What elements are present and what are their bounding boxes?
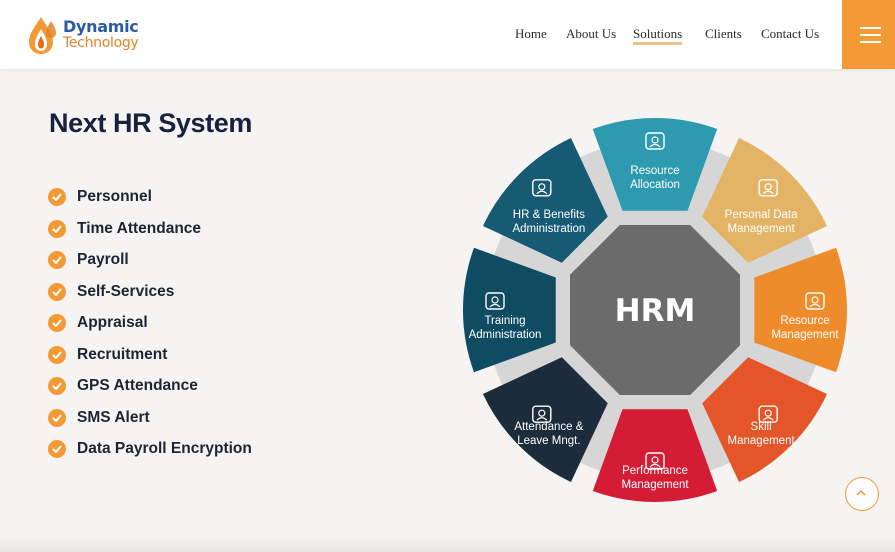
- diagram-segment-label-line1: Resource: [780, 315, 829, 327]
- hrm-diagram: Resource Allocation Personal Data Managemen…: [463, 118, 847, 502]
- chevron-up-icon: [856, 489, 866, 496]
- feature-item: Appraisal: [48, 314, 308, 334]
- feature-label: Data Payroll Encryption: [77, 440, 252, 457]
- diagram-segment-label-line2: Management: [771, 329, 839, 341]
- check-circle-icon: [48, 220, 66, 238]
- nav-link-clients[interactable]: Clients: [705, 26, 742, 42]
- brand-name: Dynamic Technology: [63, 17, 139, 52]
- brand-name-line1: Dynamic: [63, 17, 139, 36]
- check-circle-icon: [48, 188, 66, 206]
- brand-name-line2: Technology: [63, 35, 139, 51]
- feature-label: Personnel: [77, 188, 152, 205]
- feature-item: Time Attendance: [48, 220, 308, 240]
- check-circle-icon: [48, 314, 66, 332]
- feature-item: Personnel: [48, 188, 308, 208]
- diagram-segment-label-line2: Administration: [469, 329, 542, 341]
- hamburger-menu-icon-bar: [860, 34, 881, 36]
- diagram-segment-label-line1: Resource: [630, 165, 679, 177]
- diagram-segment-label-line2: Management: [621, 479, 689, 491]
- hamburger-menu-icon-bar: [860, 41, 881, 43]
- diagram-segment-label-line1: Training: [484, 315, 525, 327]
- diagram-segment-label-line1: Personal Data: [725, 209, 798, 221]
- feature-item: Recruitment: [48, 346, 308, 366]
- diagram-segment-label-line1: HR & Benefits: [513, 209, 585, 221]
- hamburger-menu-button[interactable]: [842, 0, 895, 69]
- feature-item: Self-Services: [48, 283, 308, 303]
- nav-link-home[interactable]: Home: [515, 26, 547, 42]
- feature-item: GPS Attendance: [48, 377, 308, 397]
- feature-label: Recruitment: [77, 346, 168, 363]
- page-title: Next HR System: [49, 108, 252, 138]
- diagram-segment-label-line1: Attendance &: [514, 421, 583, 433]
- diagram-segment-label-line2: Leave Mngt.: [517, 435, 580, 447]
- check-circle-icon: [48, 377, 66, 395]
- feature-label: Self-Services: [77, 283, 175, 300]
- flame-drop-logo-icon: [29, 17, 56, 54]
- diagram-segment-label-line2: Management: [728, 223, 796, 235]
- hamburger-menu-icon: [860, 27, 881, 29]
- nav-link-solutions[interactable]: Solutions: [633, 26, 683, 45]
- nav-link-contact-us[interactable]: Contact Us: [761, 26, 819, 42]
- nav-link-about-us[interactable]: About Us: [566, 26, 616, 42]
- diagram-center-label: HRM: [615, 293, 696, 329]
- feature-item: Payroll: [48, 251, 308, 271]
- diagram-segment-label-line2: Management: [728, 435, 796, 447]
- check-circle-icon: [48, 346, 66, 364]
- page-bottom-edge: [0, 536, 895, 552]
- top-navbar: Dynamic Technology Home About Us Solutio…: [0, 0, 895, 69]
- feature-label: Time Attendance: [77, 220, 202, 237]
- feature-label: SMS Alert: [77, 409, 150, 426]
- diagram-segment-label-line1: Performance: [622, 465, 688, 477]
- check-circle-icon: [48, 283, 66, 301]
- feature-label: GPS Attendance: [77, 377, 198, 394]
- check-circle-icon: [48, 409, 66, 427]
- diagram-segment-label-line2: Administration: [512, 223, 585, 235]
- brand-logo[interactable]: Dynamic Technology: [27, 13, 139, 57]
- feature-item: Data Payroll Encryption: [48, 440, 308, 460]
- diagram-segment-label-line2: Allocation: [630, 179, 680, 191]
- scroll-to-top-button[interactable]: [845, 477, 879, 511]
- feature-label: Payroll: [77, 251, 129, 268]
- feature-item: SMS Alert: [48, 409, 308, 429]
- diagram-segment-label-line1: Skill: [751, 421, 772, 433]
- check-circle-icon: [48, 251, 66, 269]
- check-circle-icon: [48, 440, 66, 458]
- feature-label: Appraisal: [77, 314, 148, 331]
